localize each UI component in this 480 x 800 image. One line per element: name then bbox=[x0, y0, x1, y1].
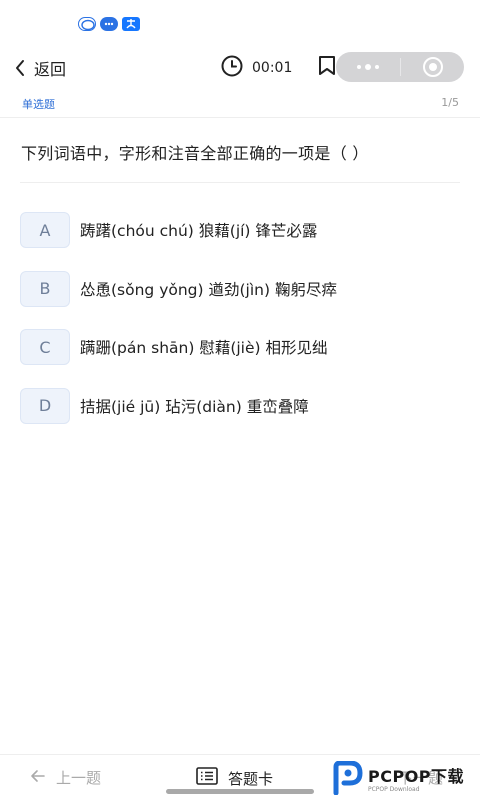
answer-card-button[interactable]: 答题卡 bbox=[196, 767, 273, 789]
prev-question-button[interactable]: 上一题 bbox=[30, 767, 101, 788]
option-text: 怂恿(sǒng yǒng) 遒劲(jìn) 鞠躬尽瘁 bbox=[80, 280, 337, 299]
back-chevron-icon bbox=[14, 59, 26, 77]
bookmark-icon[interactable] bbox=[317, 54, 337, 78]
back-button[interactable]: 返回 bbox=[14, 54, 66, 82]
list-icon bbox=[196, 767, 218, 789]
pcpop-logo-icon bbox=[333, 761, 363, 795]
pcpop-watermark: PCPOP下载 PCPOP Download bbox=[330, 756, 480, 800]
arrow-left-icon bbox=[30, 768, 46, 787]
answer-card-label: 答题卡 bbox=[228, 769, 274, 788]
question-text: 下列词语中，字形和注音全部正确的一项是（ ） bbox=[21, 144, 369, 163]
watermark-subtext: PCPOP Download bbox=[368, 786, 420, 793]
status-bar bbox=[0, 0, 480, 44]
question-divider bbox=[20, 182, 460, 183]
prev-question-label: 上一题 bbox=[56, 769, 102, 787]
option-letter: D bbox=[20, 387, 70, 424]
option-letter: A bbox=[20, 212, 70, 248]
option-b[interactable]: B 怂恿(sǒng yǒng) 遒劲(jìn) 鞠躬尽瘁 bbox=[20, 270, 460, 308]
option-text: 拮据(jié jū) 玷污(diàn) 重峦叠障 bbox=[80, 397, 309, 416]
clock-icon bbox=[220, 54, 244, 82]
status-icons bbox=[78, 17, 140, 31]
option-a[interactable]: A 踌躇(chóu chú) 狼藉(jí) 锋芒必露 bbox=[20, 211, 460, 249]
question-progress: 1/5 bbox=[441, 96, 459, 109]
option-letter: C bbox=[20, 329, 70, 365]
nav-header: 返回 00:01 bbox=[0, 44, 480, 92]
more-dots-icon[interactable] bbox=[336, 52, 400, 82]
watermark-text: PCPOP下载 bbox=[368, 767, 465, 786]
option-text: 踌躇(chóu chú) 狼藉(jí) 锋芒必露 bbox=[80, 222, 318, 240]
option-letter: B bbox=[20, 270, 70, 307]
alipay-icon bbox=[122, 17, 140, 31]
close-target-icon[interactable] bbox=[401, 52, 464, 82]
miniprogram-capsule bbox=[336, 52, 464, 82]
timer: 00:01 bbox=[220, 54, 292, 82]
message-icon bbox=[78, 17, 96, 31]
question-type: 单选题 bbox=[22, 98, 55, 111]
option-text: 蹒跚(pán shān) 慰藉(jiè) 相形见绌 bbox=[80, 339, 328, 357]
option-c[interactable]: C 蹒跚(pán shān) 慰藉(jiè) 相形见绌 bbox=[20, 328, 460, 366]
question-area: 下列词语中，字形和注音全部正确的一项是（ ） A 踌躇(chóu chú) 狼藉… bbox=[0, 118, 480, 754]
options-list: A 踌躇(chóu chú) 狼藉(jí) 锋芒必露 B 怂恿(sǒng yǒn… bbox=[20, 211, 460, 445]
chat-icon bbox=[100, 17, 118, 31]
timer-text: 00:01 bbox=[252, 60, 293, 76]
question-info-bar: 单选题 1/5 bbox=[0, 92, 480, 118]
home-indicator bbox=[166, 789, 314, 794]
back-label: 返回 bbox=[34, 60, 67, 79]
option-d[interactable]: D 拮据(jié jū) 玷污(diàn) 重峦叠障 bbox=[20, 387, 460, 425]
